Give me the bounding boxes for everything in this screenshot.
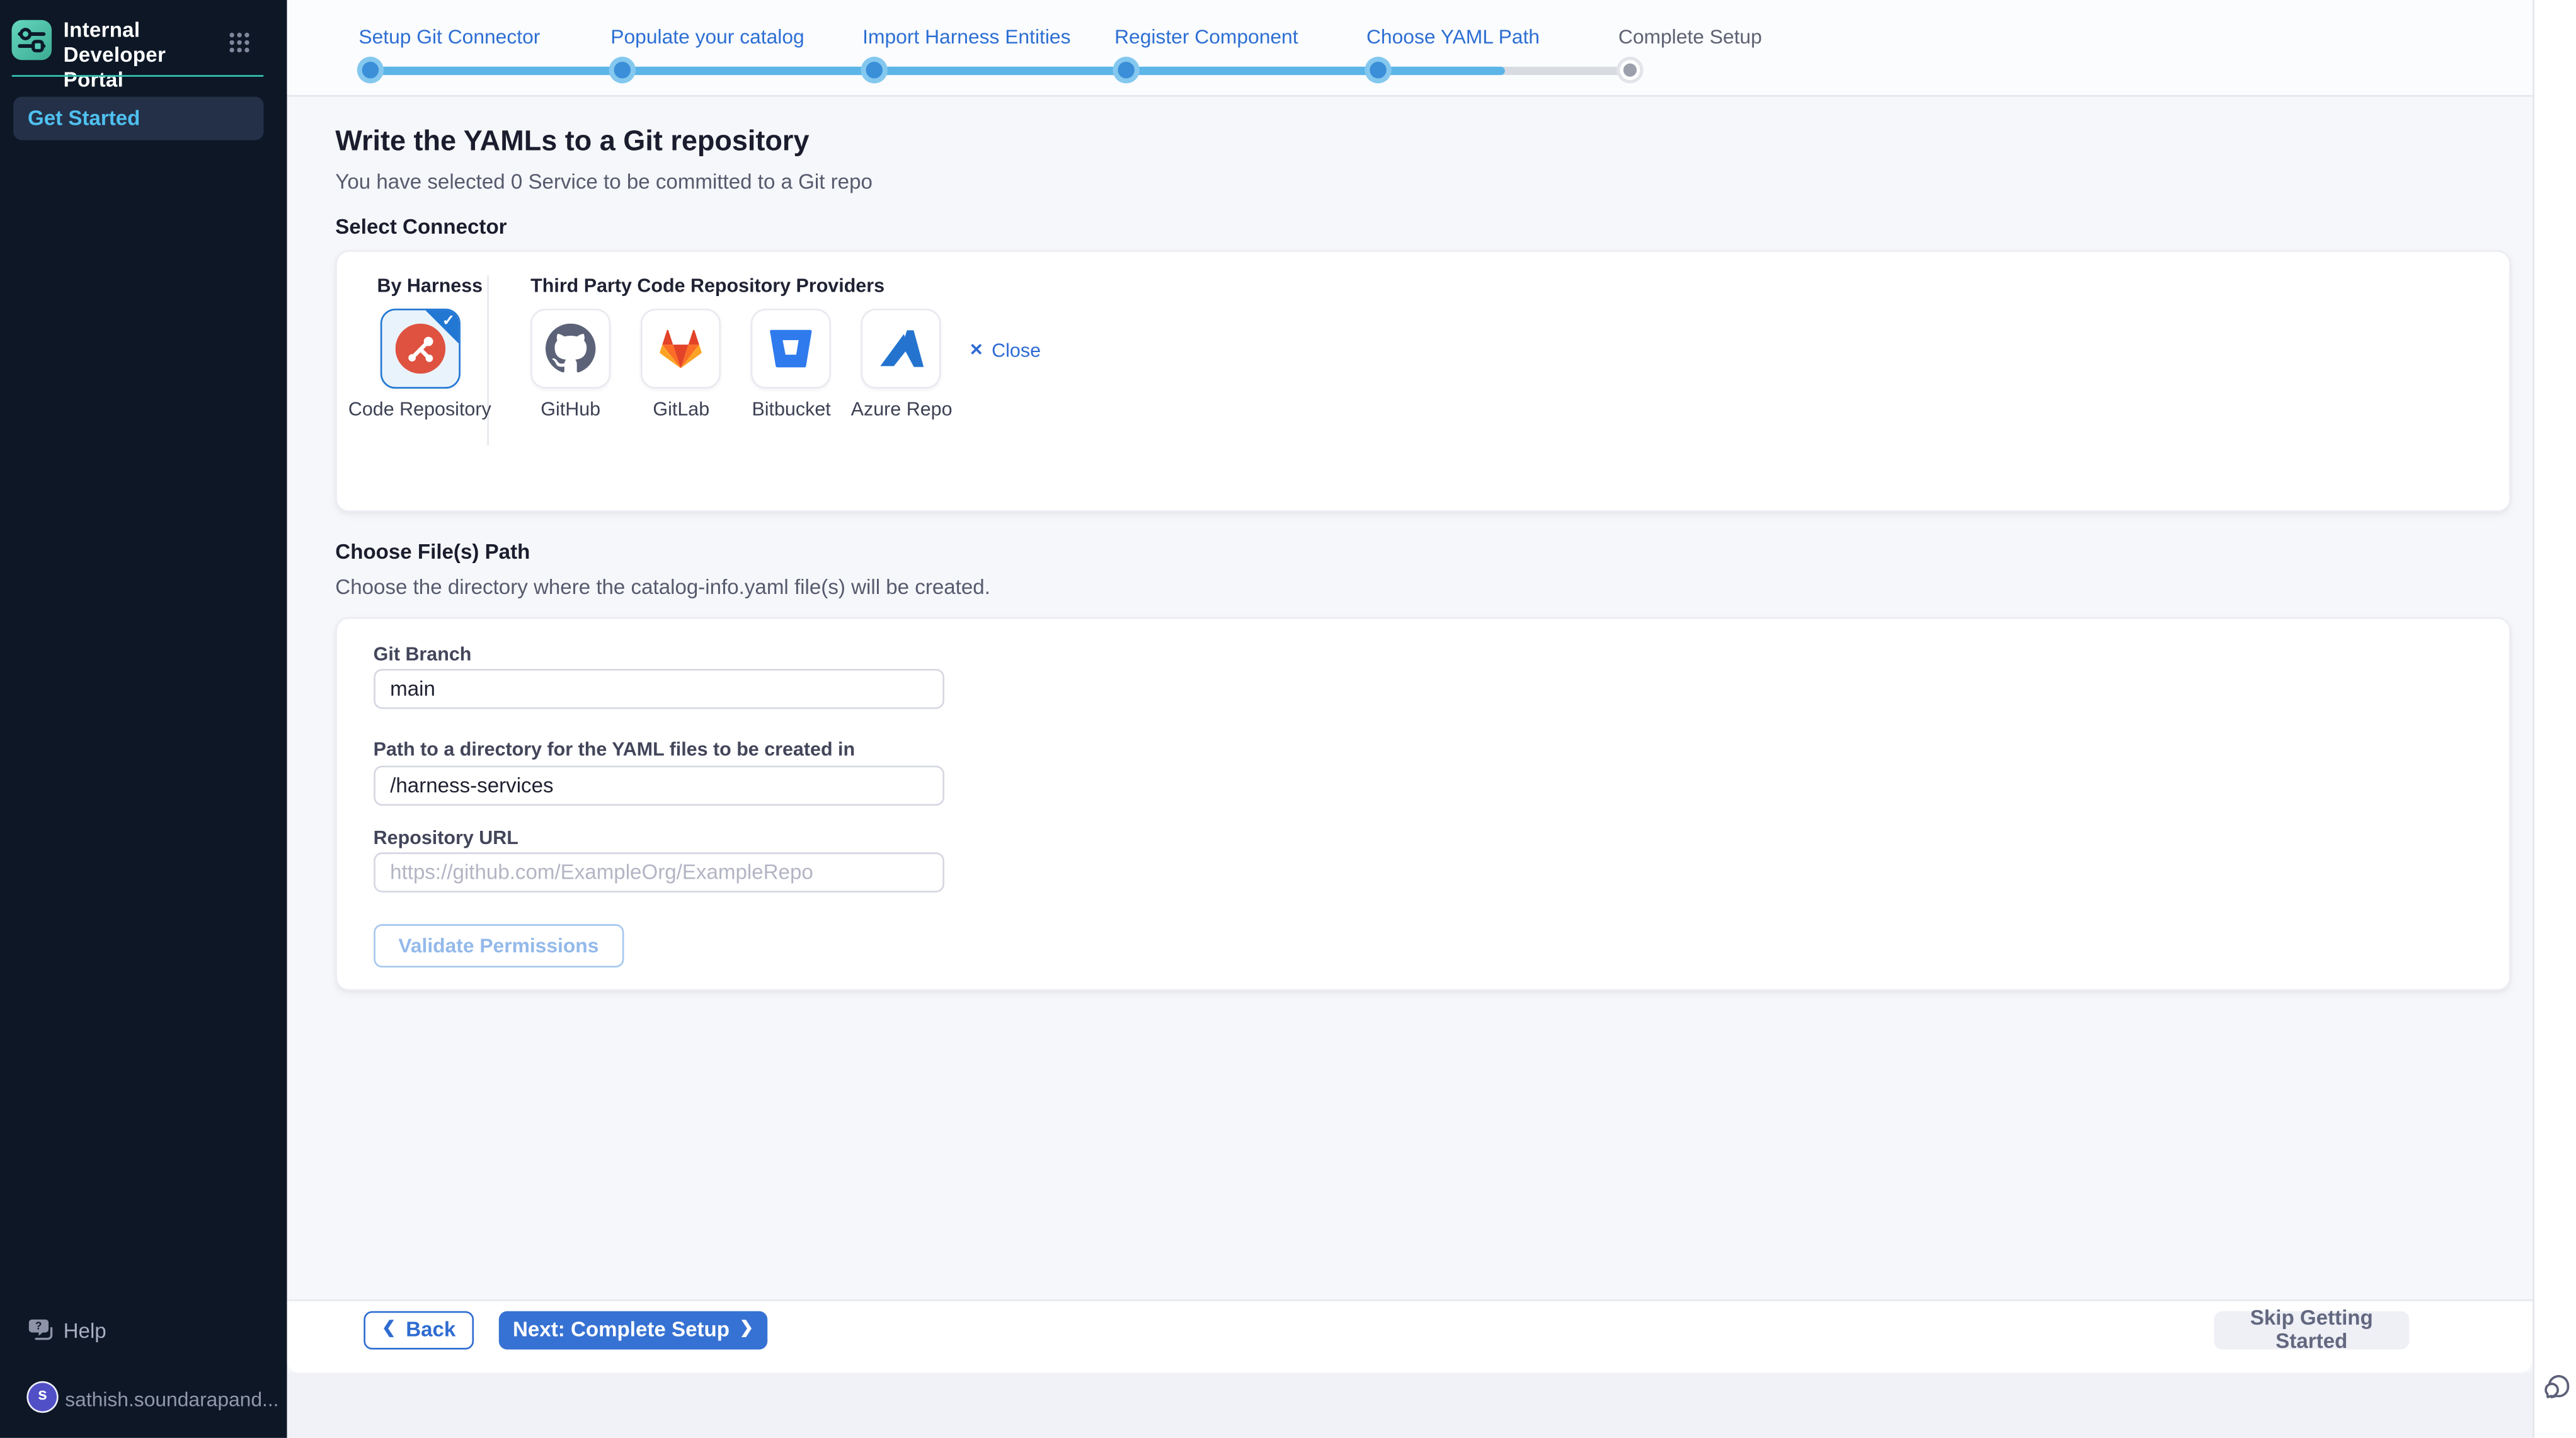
user-avatar: s (26, 1381, 58, 1413)
validate-permissions-button[interactable]: Validate Permissions (374, 923, 624, 967)
choose-file-path-description: Choose the directory where the catalog-i… (335, 574, 990, 598)
sidebar-item-get-started[interactable]: Get Started (13, 96, 263, 140)
wizard-stepper: Setup Git Connector Populate your catalo… (287, 0, 2533, 97)
connector-panel: By Harness Third Party Code Repository P… (335, 249, 2510, 512)
help-chat-icon: ? (28, 1318, 54, 1343)
sidebar: Internal Developer Portal Get Started ? (0, 0, 287, 1438)
step-dot-1 (357, 57, 384, 84)
choose-file-path-heading: Choose File(s) Path (335, 540, 530, 563)
step-dot-2 (609, 57, 636, 84)
step-dot-4 (1113, 57, 1139, 84)
step-setup-git-connector[interactable]: Setup Git Connector (358, 25, 540, 49)
repository-url-input[interactable] (374, 852, 944, 893)
user-menu[interactable]: s sathish.soundarapand... (0, 1379, 287, 1420)
yaml-path-label: Path to a directory for the YAML files t… (374, 740, 855, 760)
step-dot-5 (1365, 57, 1391, 84)
git-branch-label: Git Branch (374, 645, 472, 665)
step-choose-yaml-path[interactable]: Choose YAML Path (1366, 25, 1540, 49)
chevron-right-icon: ❯ (740, 1321, 753, 1338)
help-button[interactable]: ? Help (0, 1316, 287, 1350)
select-connector-heading: Select Connector (335, 214, 507, 237)
step-dot-6 (1617, 57, 1643, 84)
step-populate-your-catalog[interactable]: Populate your catalog (610, 25, 804, 49)
back-button[interactable]: ❮ Back (364, 1311, 474, 1349)
skip-label: Skip Getting Started (2224, 1306, 2399, 1353)
file-path-panel: Git Branch Path to a directory for the Y… (335, 617, 2510, 991)
close-label: Close (992, 341, 1041, 362)
stepper-progress (370, 66, 1505, 74)
close-icon: ✕ (970, 342, 983, 360)
wizard-footer: ❮ Back Next: Complete Setup ❯ Skip Getti… (287, 1299, 2533, 1373)
next-complete-setup-button[interactable]: Next: Complete Setup ❯ (499, 1311, 767, 1349)
connector-card-bitbucket[interactable] (752, 309, 832, 389)
gitlab-icon (656, 324, 706, 374)
check-icon: ✓ (442, 312, 455, 330)
skip-getting-started-button[interactable]: Skip Getting Started (2214, 1311, 2409, 1349)
step-import-harness-entities[interactable]: Import Harness Entities (862, 25, 1070, 49)
yaml-path-input[interactable] (374, 765, 944, 805)
connector-card-github[interactable] (530, 309, 610, 389)
step-complete-setup: Complete Setup (1618, 25, 1762, 49)
back-label: Back (406, 1318, 455, 1342)
page-title: Write the YAMLs to a Git repository (335, 125, 809, 159)
azure-repo-icon (876, 324, 926, 374)
user-name: sathish.soundarapand... (65, 1387, 278, 1410)
sidebar-teal-divider (12, 74, 264, 77)
repository-url-label: Repository URL (374, 828, 518, 848)
app-root: Internal Developer Portal Get Started ? (0, 0, 2576, 1438)
github-icon (546, 324, 595, 374)
connector-card-code-repository[interactable]: ✓ (380, 309, 460, 389)
right-strip (2532, 0, 2576, 1438)
git-branch-input[interactable] (374, 669, 944, 709)
step-register-component[interactable]: Register Component (1114, 25, 1298, 49)
by-harness-label: By Harness (377, 277, 483, 297)
close-connector-picker-button[interactable]: ✕ Close (970, 341, 1041, 362)
connector-card-gitlab[interactable] (641, 309, 721, 389)
app-title: Internal Developer Portal (64, 18, 231, 92)
chat-bubbles-icon[interactable] (2540, 1373, 2572, 1405)
connector-card-azure-repo[interactable] (862, 309, 942, 389)
help-label: Help (64, 1320, 106, 1343)
bottom-strip (287, 1373, 2533, 1438)
connector-label-azure-repo: Azure Repo (827, 399, 976, 421)
harness-idp-logo-icon (12, 20, 52, 60)
page-subtitle: You have selected 0 Service to be commit… (335, 170, 873, 193)
svg-text:?: ? (35, 1319, 42, 1332)
bitbucket-icon (766, 324, 816, 374)
connector-label-code-repository: Code Repository (345, 399, 495, 421)
third-party-label: Third Party Code Repository Providers (530, 277, 884, 297)
step-dot-3 (861, 57, 888, 84)
module-grid-icon[interactable] (229, 31, 250, 53)
next-label: Next: Complete Setup (513, 1318, 730, 1342)
chevron-left-icon: ❮ (382, 1321, 396, 1338)
